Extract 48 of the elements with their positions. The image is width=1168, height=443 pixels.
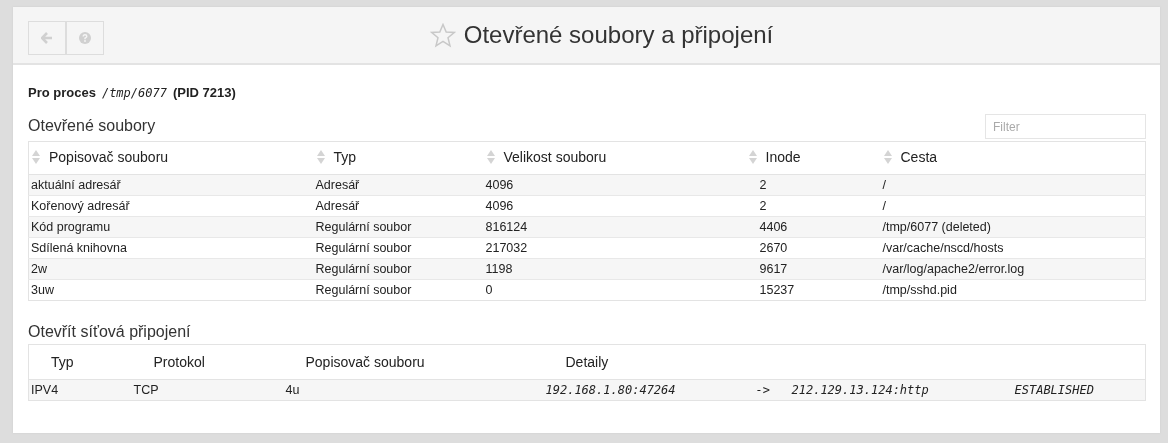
table-cell: /tmp/6077 (deleted): [880, 216, 1146, 238]
table-cell: Regulární soubor: [313, 216, 484, 238]
column-header: Typ: [28, 344, 132, 380]
table-cell: IPV4: [28, 379, 132, 401]
page-title: Otevřené soubory a připojení: [463, 21, 774, 49]
table-cell: 4406: [745, 216, 881, 238]
column-header[interactable]: Popisovač souboru: [28, 141, 314, 175]
table-cell: 1198: [483, 258, 746, 280]
column-header: Protokol: [131, 344, 284, 380]
column-header[interactable]: Velikost souboru: [483, 141, 746, 175]
sort-icon: [32, 150, 40, 164]
section-heading: Otevřené soubory: [28, 117, 156, 136]
table-cell: /: [880, 174, 1146, 196]
table-cell: 3uw: [28, 279, 314, 301]
table-cell: 192.168.1.80:47264: [543, 379, 754, 401]
back-arrow-icon: [41, 32, 53, 44]
sort-icon: [316, 150, 325, 164]
sort-icon: [486, 150, 495, 164]
table-cell: 2w: [28, 258, 314, 280]
table-cell: Kód programu: [28, 216, 314, 238]
sort-icon: [883, 150, 892, 164]
process-path: /tmp/6077: [101, 86, 167, 100]
process-pid: (PID 7213): [172, 85, 236, 100]
help-button[interactable]: [66, 21, 104, 55]
table-cell: Regulární soubor: [313, 279, 484, 301]
sort-icon: [748, 150, 757, 164]
column-header: Popisovač souboru: [283, 344, 544, 380]
filter-field[interactable]: Filter: [985, 114, 1146, 139]
table-cell: aktuální adresář: [28, 174, 314, 196]
column-header[interactable]: Typ: [313, 141, 484, 175]
table-cell: /tmp/sshd.pid: [880, 279, 1146, 301]
column-header[interactable]: Inode: [745, 141, 881, 175]
table-cell: /var/log/apache2/error.log: [880, 258, 1146, 280]
table-cell: 0: [483, 279, 746, 301]
help-icon: [79, 32, 91, 44]
back-button[interactable]: [28, 21, 66, 55]
table-cell: Regulární soubor: [313, 258, 484, 280]
table-cell: 4096: [483, 174, 746, 196]
column-header: Detaily: [543, 344, 754, 380]
table-cell: 816124: [483, 216, 746, 238]
table-cell: 15237: [745, 279, 881, 301]
table-cell: 4u: [283, 379, 544, 401]
table-cell: 9617: [745, 258, 881, 280]
section-heading: Otevřít síťová připojení: [28, 323, 191, 342]
star-icon[interactable]: [429, 22, 456, 48]
table-cell: 212.129.13.124:http: [789, 379, 1013, 401]
process-label: Pro proces: [28, 85, 96, 100]
column-header[interactable]: Cesta: [880, 141, 1146, 175]
